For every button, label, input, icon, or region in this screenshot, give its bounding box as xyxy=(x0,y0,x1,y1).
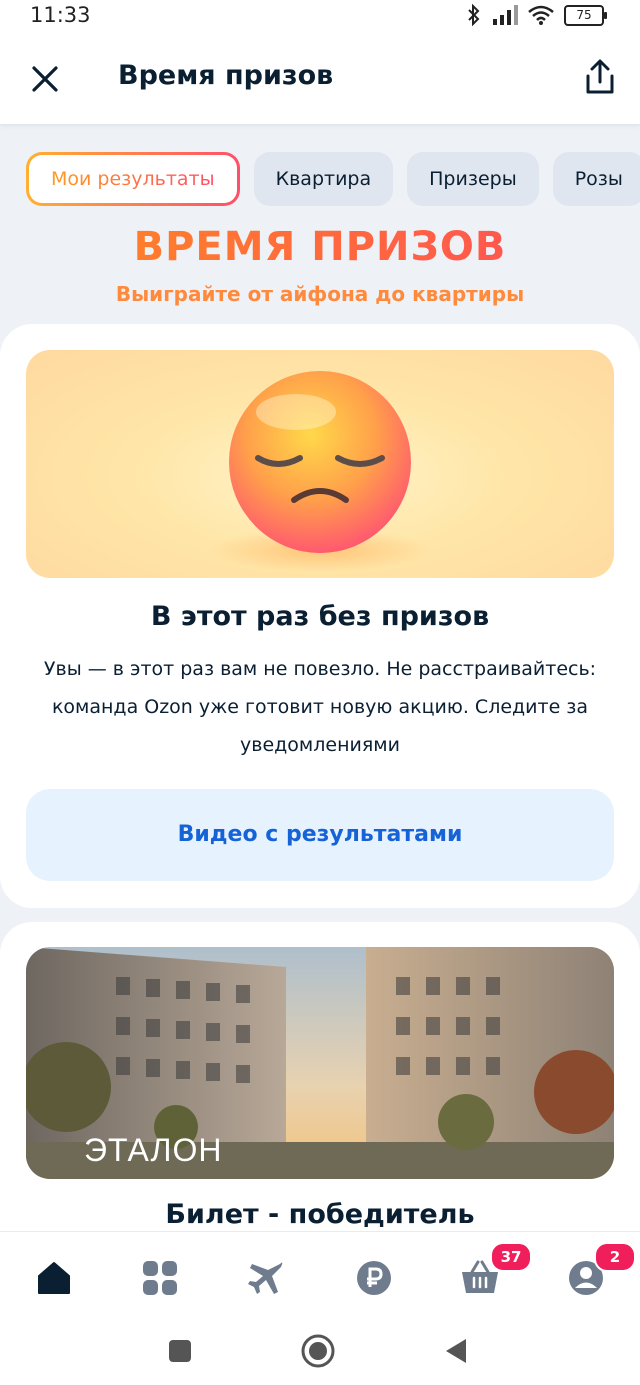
profile-badge: 2 xyxy=(594,1242,636,1272)
bottom-navigation: 37 2 xyxy=(0,1231,640,1322)
results-video-button[interactable]: Видео с результатами xyxy=(26,789,614,881)
ruble-icon[interactable] xyxy=(354,1258,394,1298)
home-icon[interactable] xyxy=(34,1258,74,1298)
catalog-icon[interactable] xyxy=(140,1258,180,1298)
travel-icon[interactable] xyxy=(246,1258,286,1298)
tab-my-results[interactable]: Мои результаты xyxy=(26,152,240,206)
bluetooth-icon xyxy=(468,4,480,26)
back-icon[interactable] xyxy=(444,1337,468,1365)
signal-icon xyxy=(493,5,518,25)
recent-apps-icon[interactable] xyxy=(168,1339,192,1363)
apartment-complex-image[interactable]: ЭТАЛОН xyxy=(26,947,614,1179)
cart-badge: 37 xyxy=(490,1242,532,1272)
result-card: В этот раз без призов Увы — в этот раз в… xyxy=(0,324,640,908)
content-area[interactable]: Мои результаты Квартира Призеры Розы ВРЕ… xyxy=(0,124,640,1231)
tab-apartment[interactable]: Квартира xyxy=(253,152,394,206)
home-button-icon[interactable] xyxy=(300,1333,336,1369)
profile-nav-item[interactable]: 2 xyxy=(566,1242,636,1298)
prize-card-title: Билет - победитель xyxy=(165,1199,475,1230)
status-icons: 75 xyxy=(466,4,607,26)
battery-indicator: 75 xyxy=(564,4,607,26)
wifi-icon xyxy=(528,5,554,25)
tab-draws[interactable]: Розы xyxy=(552,152,640,206)
promo-subtitle: Выиграйте от айфона до квартиры xyxy=(115,282,525,306)
sad-emoji-illustration xyxy=(26,350,614,578)
status-time: 11:33 xyxy=(30,3,91,27)
cart-nav-item[interactable]: 37 xyxy=(460,1242,532,1298)
result-title: В этот раз без призов xyxy=(150,601,490,632)
page-title: Время призов xyxy=(118,60,334,91)
prize-card: ЭТАЛОН Билет - победитель xyxy=(0,922,640,1231)
system-navigation-bar xyxy=(0,1321,640,1385)
tab-winners[interactable]: Призеры xyxy=(407,152,539,206)
status-bar: 11:33 75 xyxy=(0,0,640,32)
share-icon[interactable] xyxy=(580,58,620,98)
brand-logo-text: ЭТАЛОН xyxy=(84,1132,223,1168)
app-header: Время призов xyxy=(0,32,640,124)
result-description: Увы — в этот раз вам не повезло. Не расс… xyxy=(43,658,597,756)
promo-title: ВРЕМЯ ПРИЗОВ xyxy=(0,224,640,270)
close-icon[interactable] xyxy=(26,60,64,98)
tab-bar: Мои результаты Квартира Призеры Розы xyxy=(26,152,640,206)
tab-label: Мои результаты xyxy=(51,168,215,190)
